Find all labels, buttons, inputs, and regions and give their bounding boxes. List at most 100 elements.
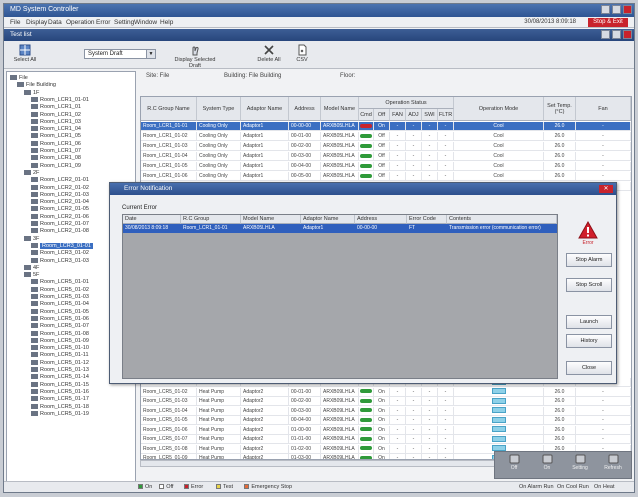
table-row[interactable]: Room_LCR5_01-04 Heat Pump Adaptor2 00-03-00…	[141, 406, 631, 416]
error-column-header[interactable]: Adaptor Name	[301, 215, 355, 224]
column-subheader[interactable]: ADJ	[406, 109, 422, 121]
status-cell	[359, 387, 374, 397]
column-subheader[interactable]: Cmd	[359, 109, 374, 121]
column-header[interactable]: Fan	[576, 97, 631, 121]
folder-icon	[31, 337, 38, 343]
panel-off-button[interactable]: Off	[501, 454, 527, 477]
panel-setting-button[interactable]: Setting	[567, 454, 593, 477]
menu-file[interactable]: File	[10, 19, 20, 26]
csv-button[interactable]: CSV	[290, 44, 314, 66]
table-cell: Adaptor2	[241, 406, 289, 416]
tree-node-label: Room_LCR1_06	[40, 140, 81, 147]
delete-all-button[interactable]: Delete All	[254, 44, 284, 66]
table-row[interactable]: Room_LCR5_01-05 Heat Pump Adaptor2 00-04-00…	[141, 416, 631, 425]
subwindow-maximize-button[interactable]	[612, 30, 621, 39]
error-table: Date R.C Group Model Name Adaptor Name Addre…	[122, 214, 558, 379]
column-header[interactable]: Model Name	[321, 97, 359, 121]
dialog-stop-scroll-button[interactable]: Stop Scroll	[566, 278, 612, 292]
mode-cell	[454, 406, 544, 416]
dialog-stop-alarm-button[interactable]: Stop Alarm	[566, 253, 612, 267]
menu-data[interactable]: Data	[48, 19, 62, 26]
table-row[interactable]: Room_LCR5_01-07 Heat Pump Adaptor2 01-01-00…	[141, 435, 631, 444]
table-row[interactable]: Room_LCR1_01-03 Cooling Only Adaptor1 00-02…	[141, 142, 631, 151]
tree-node-label: Room_LCR1_02	[40, 111, 81, 118]
table-cell: ARXB05LHLA	[321, 172, 359, 181]
table-cell: -	[406, 172, 422, 181]
maximize-button[interactable]	[612, 5, 621, 14]
table-row[interactable]: Room_LCR5_01-03 Heat Pump Adaptor2 00-02-00…	[141, 397, 631, 406]
menu-window[interactable]: Window	[134, 19, 157, 26]
menu-help[interactable]: Help	[160, 19, 173, 26]
column-header[interactable]: Set Temp. (°C)	[544, 97, 576, 121]
column-header[interactable]: R.C Group Name	[141, 97, 197, 121]
error-column-header[interactable]: Date	[123, 215, 181, 224]
table-cell: -	[438, 162, 454, 171]
folder-icon	[31, 279, 38, 285]
temp-cell: 26.0	[544, 152, 576, 161]
column-subheader[interactable]: FAN	[390, 109, 406, 121]
panel-refresh-button[interactable]: Refresh	[600, 454, 626, 477]
table-row[interactable]: Room_LCR1_01-01 Cooling Only Adaptor1 00-00…	[141, 122, 631, 131]
table-cell: Room_LCR1_01-04	[141, 152, 197, 161]
table-row[interactable]: Room_LCR5_01-06 Heat Pump Adaptor2 01-00-00…	[141, 425, 631, 435]
column-subheader[interactable]: SWI	[422, 109, 438, 121]
table-cell: -	[406, 162, 422, 171]
error-notification-dialog: Error Notification ✕ Current Error Date R…	[109, 182, 617, 384]
table-cell: Cooling Only	[197, 132, 241, 141]
column-subheader[interactable]: FLTR	[438, 109, 454, 121]
error-column-header[interactable]: Address	[355, 215, 407, 224]
dialog-close-button[interactable]: ✕	[599, 185, 613, 193]
table-row[interactable]: Room_LCR5_01-02 Heat Pump Adaptor2 00-01-00…	[141, 387, 631, 397]
table-row[interactable]: Room_LCR1_01-05 Cooling Only Adaptor1 00-04…	[141, 162, 631, 171]
select-all-button[interactable]: Select All	[10, 44, 40, 66]
draft-select-value: System Draft	[88, 51, 123, 57]
column-header[interactable]: System Type	[197, 97, 241, 121]
column-header[interactable]: Adaptor Name	[241, 97, 289, 121]
tree-item[interactable]: Room_LCR5_01-19	[31, 410, 89, 418]
menu-error[interactable]: Error	[96, 19, 110, 26]
tree-node-label: Room_LCR1_05	[40, 133, 81, 140]
dialog-launch-button[interactable]: Launch	[566, 315, 612, 329]
status-indicator-icon	[360, 153, 372, 158]
error-column-header[interactable]: Error Code	[407, 215, 447, 224]
table-row[interactable]: Room_LCR1_01-04 Cooling Only Adaptor1 00-03…	[141, 152, 631, 161]
display-selected-button[interactable]: Display Selected Draft	[168, 44, 222, 69]
error-column-header[interactable]: R.C Group	[181, 215, 241, 224]
fan-cell: -	[576, 142, 631, 151]
onoff-cell: On	[374, 425, 390, 435]
dialog-close-button[interactable]: Close	[566, 361, 612, 375]
menu-setting[interactable]: Setting	[114, 19, 134, 26]
table-cell: -	[422, 406, 438, 416]
column-header-operation-status[interactable]: Operation Status	[359, 97, 454, 109]
legend-item: Emergency Stop	[244, 484, 292, 491]
dialog-history-button[interactable]: History	[566, 334, 612, 348]
table-row[interactable]: Room_LCR1_01-02 Cooling Only Adaptor1 00-01…	[141, 132, 631, 141]
menu-display[interactable]: Display	[26, 19, 47, 26]
close-button[interactable]	[623, 5, 632, 14]
column-header[interactable]: Operation Mode	[454, 97, 544, 121]
tree-node-label: Room_LCR5_01-13	[40, 367, 89, 373]
mode-cell: Cool	[454, 152, 544, 161]
folder-icon	[31, 199, 38, 205]
legend-label: Test	[223, 484, 234, 490]
panel-on-button[interactable]: On	[534, 454, 560, 477]
tree-node-label: Room_LCR5_01-18	[40, 403, 89, 410]
draft-select[interactable]: System Draft ▼	[84, 49, 156, 59]
minimize-button[interactable]	[601, 5, 610, 14]
error-row[interactable]: 30/08/2013 8:09:18 Room_LCR1_01-01 ARXB05L…	[123, 224, 557, 233]
menu-operation[interactable]: Operation	[66, 19, 95, 26]
error-column-header[interactable]: Contents	[447, 215, 557, 224]
table-cell: Cooling Only	[197, 162, 241, 171]
tree-item[interactable]: Room_LCR3_01-03	[31, 257, 89, 265]
table-cell: ARXB05LHLA	[321, 132, 359, 141]
error-column-header[interactable]: Model Name	[241, 215, 301, 224]
table-cell: Heat Pump	[197, 387, 241, 397]
folder-icon	[31, 104, 38, 110]
subwindow-minimize-button[interactable]	[601, 30, 610, 39]
table-row[interactable]: Room_LCR1_01-06 Cooling Only Adaptor1 00-05…	[141, 172, 631, 181]
stop-exit-button[interactable]: Stop & Exit	[588, 18, 628, 27]
column-subheader[interactable]: Off	[374, 109, 390, 121]
subwindow-close-button[interactable]	[623, 30, 632, 39]
tree-item[interactable]: Room_LCR2_01-08	[31, 227, 89, 235]
column-header[interactable]: Address	[289, 97, 321, 121]
